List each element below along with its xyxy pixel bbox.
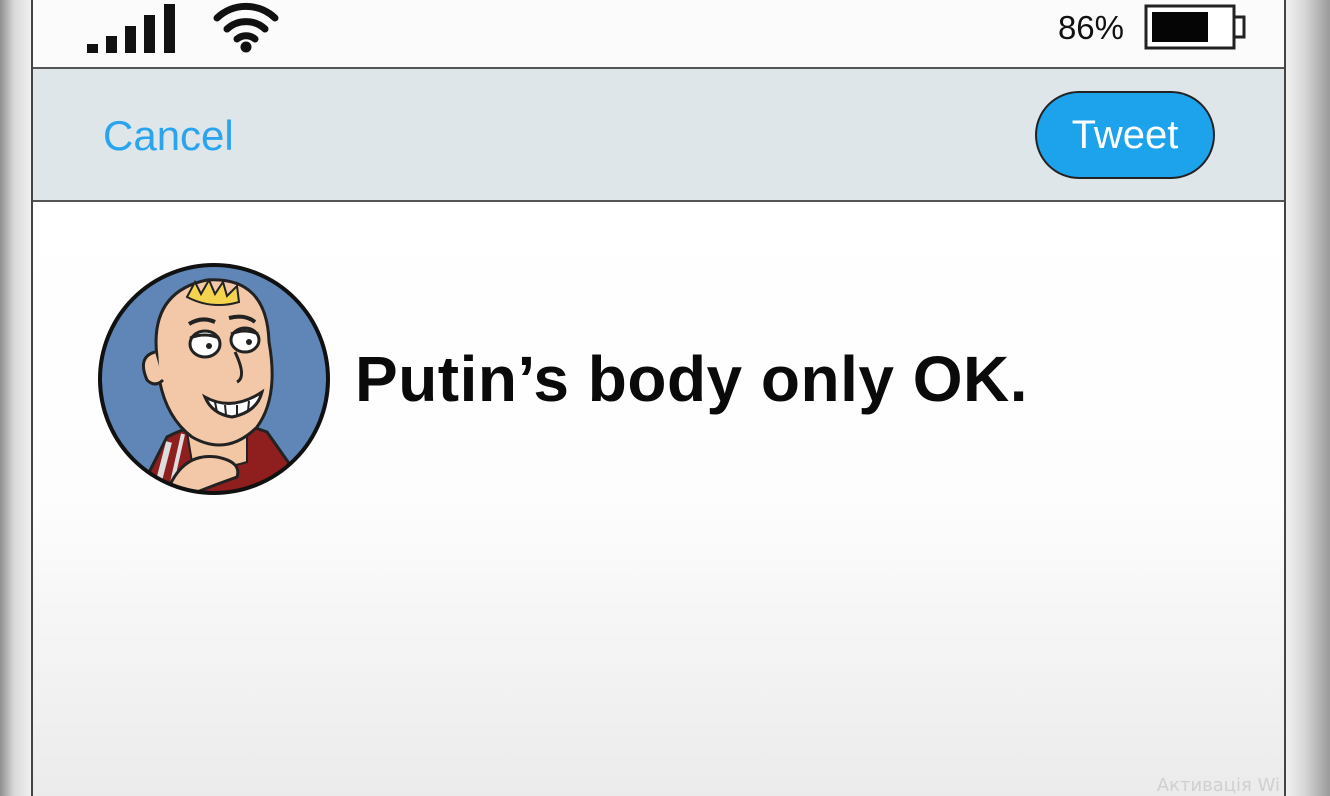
- compose-area[interactable]: Putin’s body only OK.: [33, 202, 1284, 796]
- battery-icon: [1144, 4, 1246, 50]
- phone-screen: 86% Cancel Tweet Putin’s body only OK. А…: [31, 0, 1286, 796]
- avatar[interactable]: [97, 262, 331, 496]
- cellular-signal-icon: [87, 4, 175, 53]
- tweet-text[interactable]: Putin’s body only OK.: [355, 342, 1028, 416]
- status-bar: 86%: [33, 0, 1284, 69]
- windows-activation-watermark: Активація Wi: [1156, 775, 1280, 796]
- compose-nav-bar: Cancel Tweet: [33, 69, 1284, 202]
- wifi-icon: [213, 2, 279, 53]
- tweet-button[interactable]: Tweet: [1035, 91, 1215, 179]
- cancel-button[interactable]: Cancel: [103, 112, 234, 160]
- battery-percentage: 86%: [1057, 9, 1124, 46]
